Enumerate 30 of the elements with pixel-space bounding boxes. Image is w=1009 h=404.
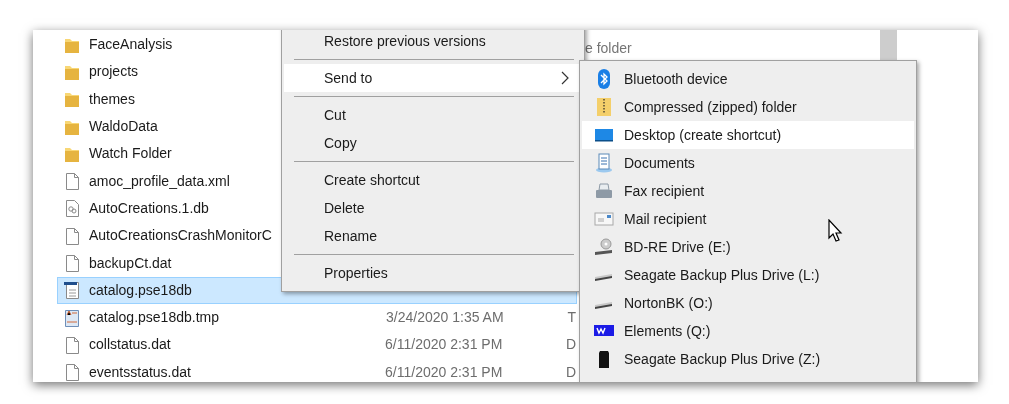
menu-item-label: BD-RE Drive (E:) bbox=[624, 237, 731, 257]
file-name: catalog.pse18db.tmp bbox=[89, 309, 219, 326]
file-type: D bbox=[565, 335, 576, 355]
file-name: collstatus.dat bbox=[89, 336, 171, 353]
file-name: catalog.pse18db bbox=[89, 281, 192, 298]
file-name: eventsstatus.dat bbox=[89, 363, 191, 380]
menu-item-label: Seagate Backup Plus Drive (Z:) bbox=[624, 349, 821, 369]
date-modified: 6/11/2020 2:31 PM bbox=[385, 335, 504, 355]
file-name: projects bbox=[89, 63, 139, 80]
file-type: T bbox=[567, 308, 576, 328]
menu-item-label: Mail recipient bbox=[624, 209, 707, 229]
file-name: AutoCreationsCrashMonitorC bbox=[89, 227, 272, 244]
file-name: WaldoData bbox=[89, 118, 158, 135]
menu-item-label: Documents bbox=[624, 153, 695, 173]
file-name: amoc_profile_data.xml bbox=[89, 172, 230, 189]
menu-item-label: NortonBK (O:) bbox=[624, 293, 713, 313]
menu-item-label: Bluetooth device bbox=[624, 69, 728, 89]
file-name: themes bbox=[89, 90, 135, 107]
menu-item-label: Compressed (zipped) folder bbox=[624, 97, 797, 117]
file-type: D bbox=[565, 362, 576, 382]
menu-item-label: Fax recipient bbox=[624, 181, 705, 201]
menu-item-label: Desktop (create shortcut) bbox=[624, 125, 782, 145]
file-name: Watch Folder bbox=[89, 145, 172, 162]
date-modified: 3/24/2020 1:35 AM bbox=[386, 308, 505, 328]
menu-item-label: Elements (Q:) bbox=[624, 321, 711, 341]
file-name: FaceAnalysis bbox=[89, 36, 173, 53]
date-modified: 6/11/2020 2:31 PM bbox=[385, 362, 504, 382]
file-name: AutoCreations.1.db bbox=[89, 199, 209, 216]
menu-item-label: Seagate Backup Plus Drive (L:) bbox=[624, 265, 820, 285]
file-name: backupCt.dat bbox=[89, 254, 172, 271]
